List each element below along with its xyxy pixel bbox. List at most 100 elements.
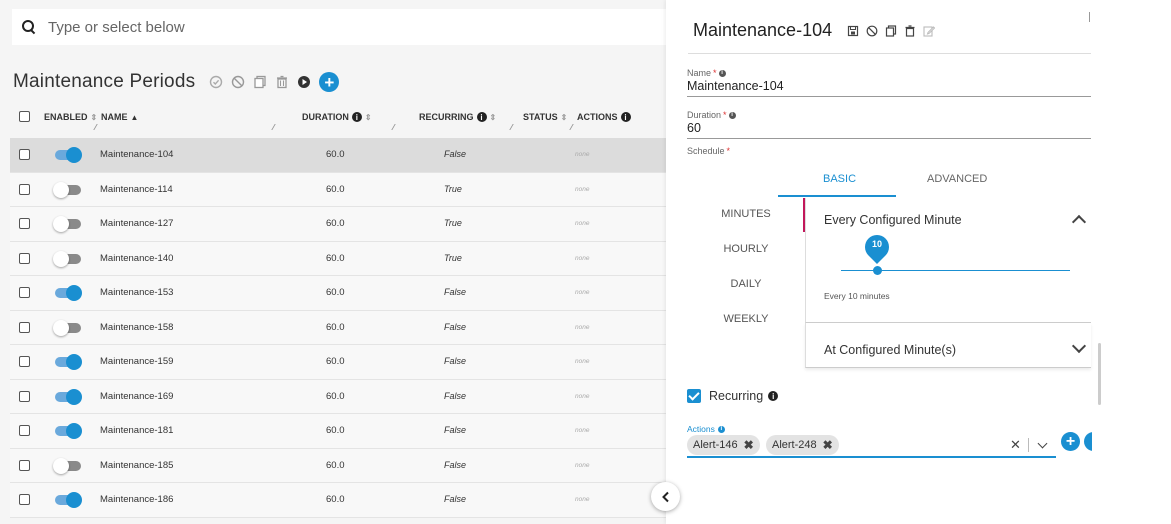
tab-basic[interactable]: BASIC [823,173,856,185]
enabled-toggle[interactable] [53,216,81,232]
tab-advanced[interactable]: ADVANCED [927,173,987,185]
table-row[interactable]: Maintenance-104 60.0 False none [10,138,666,173]
cell-name[interactable]: Maintenance-153 [100,287,173,298]
cell-recurring: True [444,252,462,263]
add-maintenance-button[interactable]: + [319,72,340,92]
column-recurring[interactable]: RECURRING i ⇕ [419,112,496,122]
row-checkbox[interactable] [19,390,30,402]
cell-name[interactable]: Maintenance-127 [100,218,173,229]
enabled-toggle[interactable] [53,181,81,198]
at-configured-minutes-panel[interactable]: At Configured Minute(s) [805,323,1091,368]
column-resize-handle[interactable] [88,124,98,130]
name-field[interactable]: Name * i Maintenance-104 [687,68,1091,97]
table-row[interactable]: Maintenance-127 60.0 True none [10,207,666,242]
enabled-toggle[interactable] [53,457,81,474]
table-row[interactable]: Maintenance-181 60.0 False none [10,414,666,449]
panel-title[interactable]: Every Configured Minute [824,213,962,227]
enabled-toggle[interactable] [53,388,82,405]
enabled-toggle[interactable] [53,250,81,267]
edit-icon[interactable] [922,24,936,38]
unit-tab-hourly[interactable]: HOURLY [696,243,796,255]
name-value[interactable]: Maintenance-104 [687,78,1091,97]
table-row[interactable]: Maintenance-159 60.0 False none [10,345,666,380]
add-action-button[interactable]: + [1061,432,1080,451]
cell-status: none [575,323,590,331]
disable-icon[interactable] [231,75,245,89]
cell-name[interactable]: Maintenance-185 [100,460,173,471]
table-row[interactable]: Maintenance-169 60.0 False none [10,379,666,414]
cell-name[interactable]: Maintenance-104 [100,149,173,160]
more-action-button[interactable] [1084,432,1092,451]
duration-field[interactable]: Duration * i 60 [687,110,1091,139]
collapse-panel-button[interactable] [651,482,680,511]
unit-tab-minutes[interactable]: MINUTES [696,208,796,220]
table-row[interactable]: Maintenance-114 60.0 True none [10,172,666,207]
check-circle-icon[interactable] [209,75,223,89]
enabled-toggle[interactable] [53,423,82,439]
column-duration[interactable]: DURATION i ⇕ [302,112,372,122]
header-divider [688,53,1091,54]
column-enabled[interactable]: ENABLED ⇕ [44,112,97,122]
chip-label: Alert-146 [693,439,738,451]
unit-tab-weekly[interactable]: WEEKLY [696,313,796,325]
minute-slider-thumb[interactable] [873,266,882,275]
cell-name[interactable]: Maintenance-114 [100,184,173,195]
cell-name[interactable]: Maintenance-186 [100,494,173,505]
select-all-checkbox[interactable] [19,111,30,122]
row-checkbox[interactable] [19,459,30,471]
search-input[interactable] [48,18,608,36]
column-resize-handle[interactable] [564,124,574,130]
enabled-toggle[interactable] [53,492,82,508]
column-resize-handle[interactable] [386,124,396,130]
unit-tab-daily[interactable]: DAILY [696,278,796,290]
duration-value[interactable]: 60 [687,120,1091,139]
play-icon[interactable] [297,75,311,89]
row-checkbox[interactable] [19,218,30,229]
recurring-checkbox[interactable] [687,389,701,403]
action-chip: Alert-146 ✖ [687,435,760,455]
enabled-toggle[interactable] [53,147,82,163]
copy-icon[interactable] [253,75,267,89]
cell-name[interactable]: Maintenance-169 [100,391,173,402]
row-checkbox[interactable] [19,252,30,264]
row-checkbox[interactable] [19,321,30,333]
cell-name[interactable]: Maintenance-159 [100,356,173,367]
panel-title[interactable]: At Configured Minute(s) [824,343,956,357]
row-checkbox[interactable] [19,425,30,436]
cell-status: none [575,496,590,503]
scrollbar[interactable] [1098,343,1101,405]
row-checkbox[interactable] [19,183,30,195]
copy-icon[interactable] [884,24,898,38]
remove-chip-icon[interactable]: ✖ [744,438,754,452]
trash-icon[interactable] [903,24,917,38]
remove-chip-icon[interactable]: ✖ [823,438,833,452]
disable-icon[interactable] [865,24,879,38]
table-row[interactable]: Maintenance-158 60.0 False none [10,310,666,345]
row-checkbox[interactable] [19,287,30,298]
enabled-toggle[interactable] [53,354,82,370]
cell-duration: 60.0 [326,425,345,436]
table-row[interactable]: Maintenance-153 60.0 False none [10,276,666,311]
row-checkbox[interactable] [19,356,30,367]
table-row[interactable]: Maintenance-185 60.0 False none [10,448,666,483]
table-row[interactable]: Maintenance-140 60.0 True none [10,241,666,276]
enabled-toggle[interactable] [53,285,82,301]
cell-name[interactable]: Maintenance-181 [100,425,173,436]
chevron-down-icon[interactable] [1037,438,1048,449]
actions-multiselect[interactable]: Alert-146 ✖ Alert-248 ✖ ✕ [687,434,1056,458]
trash-icon[interactable] [275,75,289,89]
column-name[interactable]: NAME ▲ [101,112,138,122]
row-checkbox[interactable] [19,494,30,505]
chevron-down-icon[interactable] [1071,338,1087,354]
column-status[interactable]: STATUS ⇕ [523,112,567,122]
column-resize-handle[interactable] [266,124,276,130]
cell-name[interactable]: Maintenance-158 [100,322,173,333]
cell-name[interactable]: Maintenance-140 [100,253,173,264]
save-icon[interactable] [846,24,860,38]
enabled-toggle[interactable] [53,319,81,336]
column-resize-handle[interactable] [504,124,514,130]
clear-all-icon[interactable]: ✕ [1010,437,1021,453]
table-row[interactable]: Maintenance-186 60.0 False none [10,483,666,518]
row-checkbox[interactable] [19,149,30,160]
chevron-up-icon[interactable] [1071,214,1087,230]
